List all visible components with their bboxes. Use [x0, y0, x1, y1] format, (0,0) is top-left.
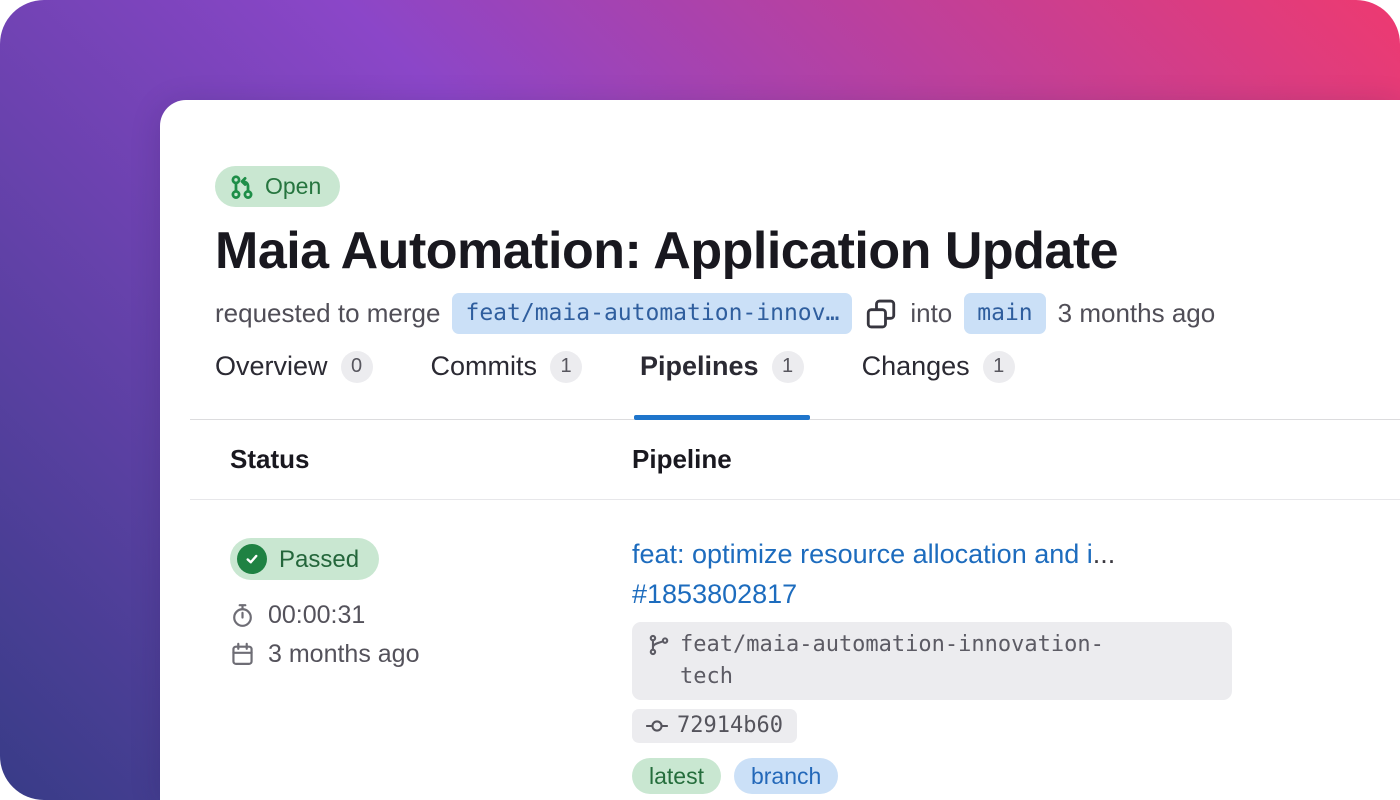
tab-changes[interactable]: Changes 1 [862, 350, 1015, 419]
pipeline-label-badges: latest branch [632, 758, 1400, 794]
tab-changes-count: 1 [983, 351, 1015, 383]
mr-state-label: Open [265, 173, 321, 200]
check-circle-icon [237, 544, 267, 574]
requested-to-merge-text: requested to merge [215, 298, 440, 329]
commit-sha-value: 72914b60 [677, 712, 783, 740]
branch-icon [648, 634, 670, 656]
pipeline-row: Passed 00:00:31 [190, 500, 1400, 794]
calendar-icon [230, 642, 255, 667]
target-branch-link[interactable]: main [964, 293, 1045, 334]
mr-state-badge: Open [215, 166, 340, 207]
merge-request-subtitle: requested to merge feat/maia-automation-… [215, 293, 1400, 334]
tab-commits-count: 1 [550, 351, 582, 383]
commit-sha-link[interactable]: 72914b60 [632, 709, 797, 743]
column-header-pipeline: Pipeline [632, 444, 1400, 499]
branch-badge[interactable]: branch [734, 758, 838, 794]
pipeline-title-ellipsis: ... [1093, 539, 1116, 569]
tab-commits-label: Commits [431, 350, 538, 383]
merge-request-card: Open Maia Automation: Application Update… [160, 100, 1400, 800]
pipeline-info-cell: feat: optimize resource allocation and i… [632, 538, 1400, 794]
merge-request-header: Open Maia Automation: Application Update… [160, 166, 1400, 334]
pipelines-table-header: Status Pipeline [190, 420, 1400, 500]
copy-icon [866, 299, 896, 329]
commit-icon [646, 715, 668, 737]
into-text: into [910, 298, 952, 329]
tab-pipelines-count: 1 [772, 351, 804, 383]
tab-overview-count: 0 [341, 351, 373, 383]
column-header-status: Status [230, 444, 632, 499]
mr-tabs: Overview 0 Commits 1 Pipelines 1 Changes… [190, 350, 1400, 420]
pipelines-table: Status Pipeline Passed [190, 420, 1400, 794]
pipeline-duration: 00:00:31 [230, 600, 632, 630]
pipeline-title-link[interactable]: feat: optimize resource allocation and i… [632, 538, 1400, 570]
pipeline-status-badge[interactable]: Passed [230, 538, 379, 580]
pipeline-duration-value: 00:00:31 [268, 600, 365, 630]
tab-overview[interactable]: Overview 0 [215, 350, 373, 419]
timer-icon [230, 603, 255, 628]
tab-pipelines-label: Pipelines [640, 350, 759, 383]
pipeline-id-link[interactable]: #1853802817 [632, 578, 1400, 610]
copy-branch-name-button[interactable] [866, 299, 896, 329]
merge-request-icon [229, 174, 255, 200]
page-title: Maia Automation: Application Update [215, 221, 1400, 281]
tab-commits[interactable]: Commits 1 [431, 350, 583, 419]
created-time-ago: 3 months ago [1058, 298, 1216, 329]
tab-pipelines[interactable]: Pipelines 1 [640, 350, 804, 419]
pipeline-ref-link[interactable]: feat/maia-automation-innovation-tech [632, 622, 1232, 700]
pipeline-ref-name: feat/maia-automation-innovation-tech [680, 629, 1112, 693]
pipeline-finished-time: 3 months ago [230, 639, 632, 669]
tab-changes-label: Changes [862, 350, 970, 383]
pipeline-title-text: feat: optimize resource allocation and i [632, 539, 1093, 569]
pipeline-status-cell: Passed 00:00:31 [230, 538, 632, 794]
latest-badge[interactable]: latest [632, 758, 721, 794]
source-branch-link[interactable]: feat/maia-automation-innov… [452, 293, 852, 334]
pipeline-finished-ago: 3 months ago [268, 639, 420, 669]
tab-overview-label: Overview [215, 350, 328, 383]
pipeline-status-label: Passed [279, 545, 359, 574]
